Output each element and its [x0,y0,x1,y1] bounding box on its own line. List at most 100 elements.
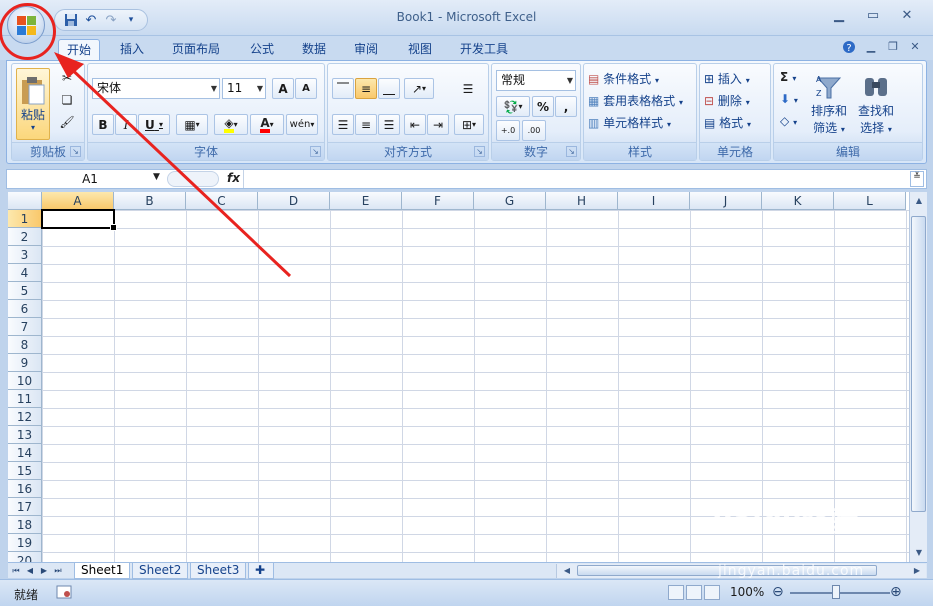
row-header-7[interactable]: 7 [8,318,42,336]
insert-function-icon[interactable]: fx [227,171,240,185]
underline-button[interactable]: U ▾ [138,114,170,135]
column-header-l[interactable]: L [834,192,906,210]
wrap-text-button[interactable]: ☰ [456,78,480,99]
font-size-select[interactable]: 11 ▼ [222,78,266,99]
orientation-button[interactable]: ↗ ▾ [404,78,434,99]
select-all-corner[interactable] [8,192,42,210]
zoom-slider-thumb[interactable] [832,585,840,599]
prev-sheet-icon[interactable]: ◀ [24,564,36,577]
page-layout-view-icon[interactable] [686,585,702,600]
tab-view[interactable]: 视图 [400,39,440,60]
zoom-slider[interactable] [790,592,890,594]
next-sheet-icon[interactable]: ▶ [38,564,50,577]
row-header-15[interactable]: 15 [8,462,42,480]
row-header-3[interactable]: 3 [8,246,42,264]
name-box[interactable]: A1 [10,171,170,188]
align-center-button[interactable]: ≡ [355,114,377,135]
font-family-select[interactable]: 宋体 ▼ [92,78,220,99]
accounting-format-button[interactable]: 💱 ▾ [496,96,530,117]
active-cell-a1[interactable] [41,209,117,231]
tab-data[interactable]: 数据 [294,39,334,60]
formula-expand-handle[interactable] [167,171,219,187]
fill-button[interactable]: ⬇ ▾ [780,92,798,106]
increase-indent-button[interactable]: ⇥ [427,114,449,135]
column-header-c[interactable]: C [186,192,258,210]
cut-icon[interactable]: ✂ [56,68,78,87]
column-header-i[interactable]: I [618,192,690,210]
close-icon[interactable]: ✕ [894,8,920,26]
doc-minimize-icon[interactable]: ▁ [862,40,880,56]
insert-sheet-icon[interactable]: ✚ [248,563,274,579]
tab-formulas[interactable]: 公式 [242,39,282,60]
row-header-1[interactable]: 1 [8,210,42,228]
merge-center-button[interactable]: ⊞ ▾ [454,114,484,135]
normal-view-icon[interactable] [668,585,684,600]
column-header-d[interactable]: D [258,192,330,210]
row-header-11[interactable]: 11 [8,390,42,408]
align-left-button[interactable]: ☰ [332,114,354,135]
percent-button[interactable]: % [532,96,554,117]
align-middle-button[interactable]: ≡ [355,78,377,99]
doc-restore-icon[interactable]: ❐ [884,40,902,56]
minimize-icon[interactable]: ▁ [826,8,852,26]
row-header-5[interactable]: 5 [8,282,42,300]
clipboard-launcher-icon[interactable]: ↘ [70,146,81,157]
row-header-2[interactable]: 2 [8,228,42,246]
column-header-b[interactable]: B [114,192,186,210]
row-header-12[interactable]: 12 [8,408,42,426]
borders-button[interactable]: ▦ ▾ [176,114,208,135]
font-launcher-icon[interactable]: ↘ [310,146,321,157]
column-header-j[interactable]: J [690,192,762,210]
zoom-in-icon[interactable]: ⊕ [890,584,902,600]
scroll-right-icon[interactable]: ▶ [909,564,925,578]
sheet-tab-sheet3[interactable]: Sheet3 [190,563,247,579]
row-header-14[interactable]: 14 [8,444,42,462]
clear-button[interactable]: ◇ ▾ [780,114,797,128]
italic-button[interactable]: I [115,114,137,135]
increase-decimal-button[interactable]: +.0 [496,120,520,141]
column-header-a[interactable]: A [42,192,114,210]
align-top-button[interactable]: ⎺ [332,78,354,99]
decrease-decimal-button[interactable]: .00 [522,120,546,141]
column-header-e[interactable]: E [330,192,402,210]
align-bottom-button[interactable]: ⎽ [378,78,400,99]
row-header-4[interactable]: 4 [8,264,42,282]
page-break-view-icon[interactable] [704,585,720,600]
tab-insert[interactable]: 插入 [112,39,152,60]
insert-cells-button[interactable]: ⊞ 插入 ▾ [704,70,750,87]
maximize-icon[interactable]: ▭ [860,8,886,26]
row-header-8[interactable]: 8 [8,336,42,354]
align-right-button[interactable]: ☰ [378,114,400,135]
help-icon[interactable]: ? [840,40,858,56]
row-header-18[interactable]: 18 [8,516,42,534]
formula-input[interactable] [245,170,905,188]
first-sheet-icon[interactable]: ⏮ [10,564,22,577]
paste-button[interactable]: 粘贴 ▾ [16,68,50,140]
cell-styles-button[interactable]: ▥ 单元格样式 ▾ [588,114,671,131]
row-header-19[interactable]: 19 [8,534,42,552]
decrease-indent-button[interactable]: ⇤ [404,114,426,135]
tab-page-layout[interactable]: 页面布局 [164,39,228,60]
tab-review[interactable]: 审阅 [346,39,386,60]
grow-font-button[interactable]: A [272,78,294,99]
column-header-f[interactable]: F [402,192,474,210]
number-format-select[interactable]: 常规 ▼ [496,70,576,91]
format-painter-icon[interactable]: 🖌 [56,112,78,131]
tab-developer[interactable]: 开发工具 [452,39,516,60]
alignment-launcher-icon[interactable]: ↘ [474,146,485,157]
last-sheet-icon[interactable]: ⏭ [52,564,64,577]
copy-icon[interactable]: ❏ [56,90,78,109]
formula-bar-expand-icon[interactable]: ≚ [910,171,924,187]
row-header-13[interactable]: 13 [8,426,42,444]
bold-button[interactable]: B [92,114,114,135]
autosum-button[interactable]: Σ ▾ [780,70,796,84]
scroll-left-icon[interactable]: ◀ [559,564,575,578]
delete-cells-button[interactable]: ⊟ 删除 ▾ [704,92,750,109]
phonetic-button[interactable]: wén ▾ [286,114,318,135]
zoom-level[interactable]: 100% [730,585,764,599]
zoom-out-icon[interactable]: ⊖ [772,584,784,600]
tab-home[interactable]: 开始 [58,39,101,60]
macro-record-icon[interactable] [56,584,72,600]
vertical-scrollbar[interactable]: ▲ ▼ [909,192,927,562]
row-header-6[interactable]: 6 [8,300,42,318]
